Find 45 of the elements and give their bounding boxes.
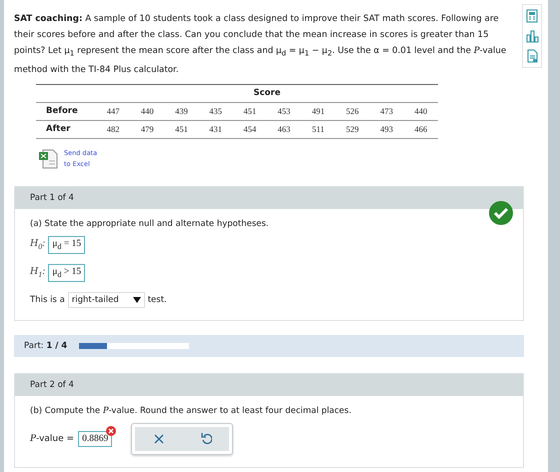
table-cell: 473 xyxy=(370,102,404,120)
table-cell: 451 xyxy=(232,102,267,120)
hypothesis-label: H$_{0}$: xyxy=(30,238,46,252)
table-cell: 491 xyxy=(301,102,336,120)
table-cell: 493 xyxy=(370,120,404,138)
question-text: (a) State the appropriate null and alternate hypotheses. xyxy=(30,218,270,229)
table-cell: 529 xyxy=(335,120,370,138)
sentence-text: test. xyxy=(148,294,167,305)
table-cell: 479 xyxy=(130,120,164,138)
undo-icon[interactable] xyxy=(200,432,212,446)
dropdown-arrow-icon[interactable] xyxy=(132,296,141,304)
answer-field[interactable]: μ$_{d}$ > 15 xyxy=(48,264,86,282)
part-title: Part 1 of 4 xyxy=(30,192,74,203)
part-title: Part 2 of 4 xyxy=(30,380,74,390)
table-cell: 454 xyxy=(232,120,267,138)
spreadsheet-icon[interactable] xyxy=(38,148,58,170)
calculator-icon[interactable] xyxy=(525,9,539,23)
bar-chart-icon[interactable] xyxy=(525,29,539,43)
table-cell: 439 xyxy=(164,102,199,120)
table-cell: 466 xyxy=(404,120,438,138)
table-cell: 435 xyxy=(198,102,233,120)
tail-dropdown[interactable]: right-tailed xyxy=(68,292,145,308)
answer-label: P-value = xyxy=(30,434,74,444)
document-icon[interactable] xyxy=(525,49,539,63)
question-text: (b) Compute the P-value. Round the answer to at least four decimal places. xyxy=(30,406,352,416)
table-cell: 451 xyxy=(164,120,199,138)
checkmark-icon[interactable] xyxy=(489,200,513,225)
table-cell: 431 xyxy=(198,120,233,138)
table-cell: 511 xyxy=(301,120,336,138)
answer-field[interactable]: μ$_{d}$ = 15 xyxy=(48,236,86,254)
table-cell: 453 xyxy=(266,102,302,120)
table-cell: 440 xyxy=(130,102,164,120)
progress-label: Part: 1 / 4 xyxy=(24,340,68,351)
problem-text: SAT coaching: A sample of 10 students took a class designed to improve their SAT math scores. Following are their scores before and after the class. Can you conclude that the mean increase in scores is greater than 15 points? Let μ$_{1}$ represent the mean score after the class and μ$_{d}$ = μ$_{1}$ − μ$_{2}$. Use the α = 0.01 level and the P-value method with the TI-84 Plus calculator. xyxy=(14,13,508,77)
column-header: Score xyxy=(96,84,438,102)
table-cell: 526 xyxy=(335,102,370,120)
table-cell: 447 xyxy=(96,102,130,120)
hypothesis-label: H$_{1}$: xyxy=(30,266,46,280)
sentence-text: This is a xyxy=(30,294,65,305)
table-cell: 463 xyxy=(266,120,302,138)
table-cell: 482 xyxy=(96,120,130,138)
clear-icon[interactable] xyxy=(152,432,165,445)
table-cell: 440 xyxy=(404,102,438,120)
row-header: After xyxy=(36,120,96,138)
row-header: Before xyxy=(36,102,96,120)
